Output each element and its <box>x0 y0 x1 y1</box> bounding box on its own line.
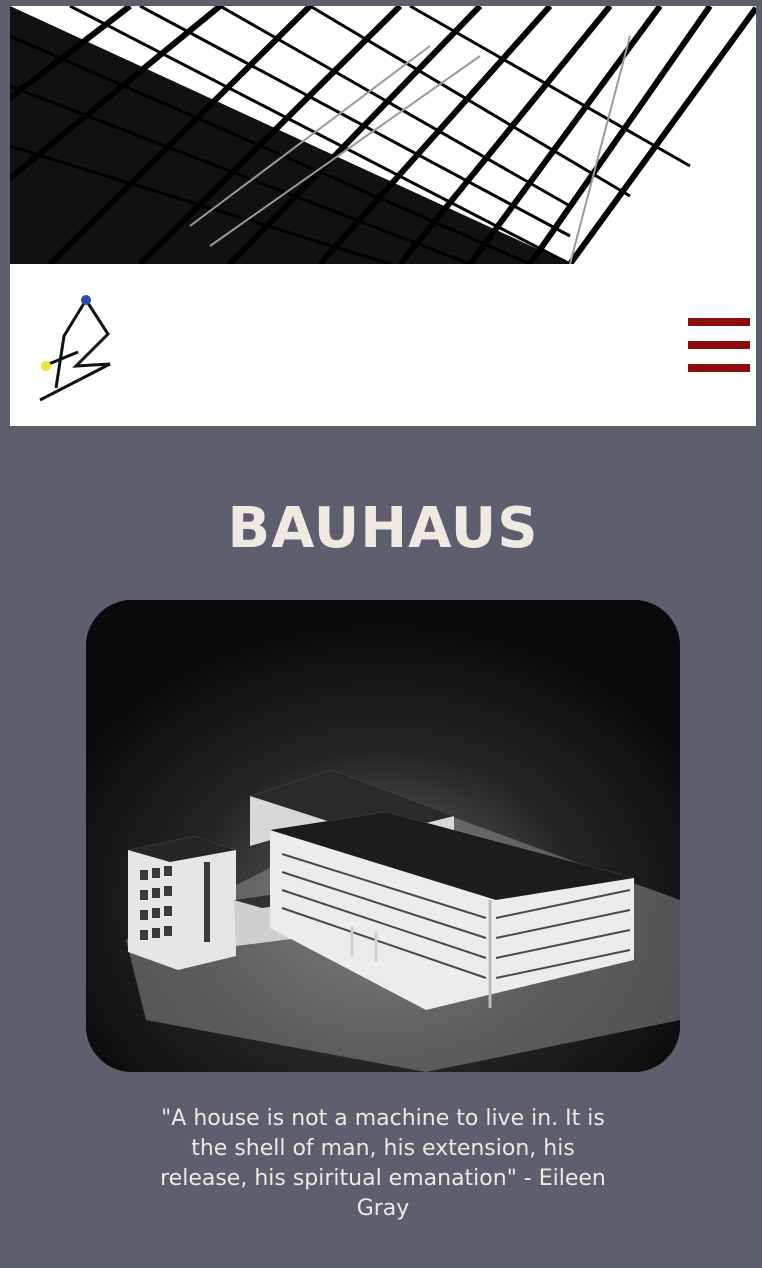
hamburger-menu-icon[interactable] <box>688 318 750 374</box>
menu-bar-bottom <box>688 364 750 372</box>
page-frame: BAUHAUS "A house is not a machine to liv… <box>10 6 756 1268</box>
menu-bar-top <box>688 318 750 326</box>
bauhaus-logo-icon[interactable] <box>38 292 118 404</box>
architecture-lines-image <box>10 6 756 264</box>
hero-banner <box>10 6 756 264</box>
bauhaus-building-model-image <box>86 600 680 1072</box>
site-header <box>10 264 756 426</box>
page-title: BAUHAUS <box>227 496 539 561</box>
menu-bar-middle <box>688 341 750 349</box>
quote-text: "A house is not a machine to live in. It… <box>160 1106 606 1221</box>
